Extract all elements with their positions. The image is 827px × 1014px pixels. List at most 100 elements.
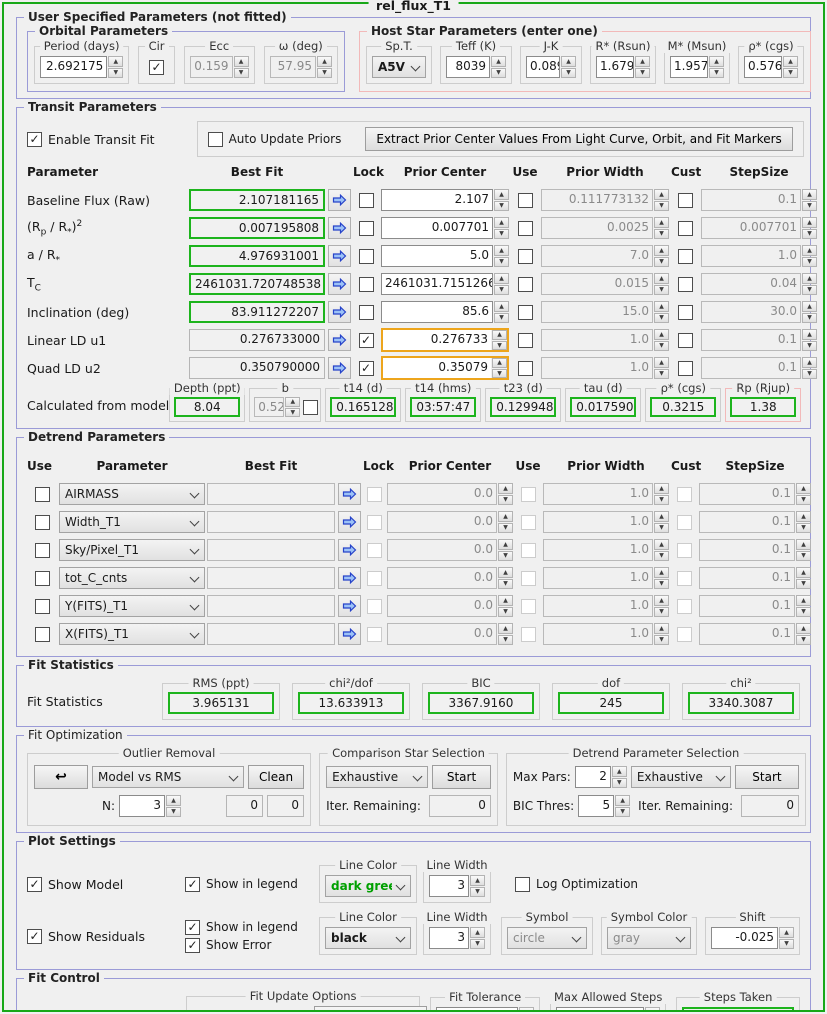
spin-down-button[interactable]: ▼ <box>654 285 669 296</box>
bic-thres-spinner[interactable]: 5▲▼ <box>578 795 630 817</box>
spin-down-button[interactable]: ▼ <box>498 495 513 506</box>
lock-checkbox[interactable] <box>359 249 374 264</box>
stepsize-spinner[interactable]: 30.0▲▼ <box>701 301 817 323</box>
model-line-color-select[interactable]: dark green <box>325 875 411 897</box>
stepsize-spinner[interactable]: 0.1▲▼ <box>699 483 811 505</box>
spin-up-button[interactable]: ▲ <box>654 273 669 284</box>
spin-down-button[interactable]: ▼ <box>492 341 507 351</box>
model-show-in-legend-toggle[interactable]: Show in legend <box>185 877 319 892</box>
use-prior-checkbox[interactable] <box>518 333 533 348</box>
prior-center-spinner[interactable]: 0.007701▲▼ <box>381 217 509 239</box>
detrend-start-button[interactable]: Start <box>735 765 799 789</box>
spin-up-button[interactable]: ▲ <box>796 595 811 606</box>
stepsize-spinner[interactable]: 0.1▲▼ <box>699 595 811 617</box>
spin-up-button[interactable]: ▲ <box>796 567 811 578</box>
residuals-line-width-spinner-value[interactable]: 3 <box>429 927 469 949</box>
copy-best-fit-to-prior-button[interactable] <box>328 217 351 239</box>
stepsize-spinner-value[interactable]: 0.1 <box>699 623 795 645</box>
spin-down-button[interactable]: ▼ <box>802 341 817 352</box>
detrend-parameter-select[interactable]: tot_C_cnts <box>59 567 205 589</box>
use-detrend-checkbox[interactable] <box>35 543 50 558</box>
spin-up-button[interactable]: ▲ <box>494 245 509 256</box>
spin-up-button[interactable]: ▲ <box>498 483 513 494</box>
use-prior-checkbox[interactable] <box>518 277 533 292</box>
spin-down-button[interactable]: ▼ <box>234 68 249 79</box>
spin-up-button[interactable]: ▲ <box>519 1007 534 1012</box>
stepsize-spinner[interactable]: 0.1▲▼ <box>699 623 811 645</box>
spin-up-button[interactable]: ▲ <box>796 623 811 634</box>
spin-down-button[interactable]: ▼ <box>654 369 669 380</box>
spin-down-button[interactable]: ▼ <box>654 495 669 506</box>
custom-stepsize-checkbox[interactable] <box>678 305 693 320</box>
max-allowed-steps-spinner-value[interactable]: 20,000 <box>556 1007 644 1012</box>
spin-up-button[interactable]: ▲ <box>492 330 507 340</box>
spin-down-button[interactable]: ▼ <box>498 551 513 562</box>
n-spinner-value[interactable]: 3 <box>119 795 165 817</box>
spin-down-button[interactable]: ▼ <box>783 68 798 79</box>
prior-width-spinner-value[interactable]: 1.0 <box>543 623 653 645</box>
spin-up-button[interactable]: ▲ <box>166 795 181 806</box>
show-residuals-toggle[interactable]: Show Residuals <box>27 929 185 944</box>
prior-width-spinner-value[interactable]: 15.0 <box>541 301 653 323</box>
detrend-parameter-select[interactable]: Sky/Pixel_T1 <box>59 539 205 561</box>
spin-down-button[interactable]: ▼ <box>796 607 811 618</box>
spin-down-button[interactable]: ▼ <box>470 939 485 950</box>
model-line-width-spinner-value[interactable]: 3 <box>429 875 469 897</box>
prior-center-spinner-value[interactable]: 0.35079 <box>383 358 491 378</box>
residuals-show-in-legend-toggle[interactable]: Show in legend <box>185 920 319 935</box>
spin-down-button[interactable]: ▼ <box>709 68 724 79</box>
stepsize-spinner[interactable]: 0.1▲▼ <box>699 511 811 533</box>
rho-star-spinner[interactable]: 0.576▲▼ <box>744 56 798 78</box>
stepsize-spinner-value[interactable]: 0.1 <box>701 189 801 211</box>
prior-center-spinner-value[interactable]: 0.0 <box>387 595 497 617</box>
undo-outlier-removal-button[interactable]: ↩ <box>34 765 88 789</box>
spin-down-button[interactable]: ▼ <box>796 579 811 590</box>
spin-down-button[interactable]: ▼ <box>802 369 817 380</box>
copy-best-fit-to-prior-button[interactable] <box>338 511 361 533</box>
stepsize-spinner[interactable]: 0.1▲▼ <box>701 357 817 379</box>
prior-center-spinner[interactable]: 0.0▲▼ <box>387 483 513 505</box>
log-optimization-toggle[interactable]: Log Optimization <box>515 877 638 892</box>
prior-center-spinner[interactable]: 0.0▲▼ <box>387 511 513 533</box>
spin-down-button[interactable]: ▼ <box>802 257 817 268</box>
prior-width-spinner[interactable]: 0.111773132▲▼ <box>541 189 669 211</box>
use-prior-checkbox[interactable] <box>518 221 533 236</box>
lock-checkbox[interactable] <box>359 361 374 376</box>
spin-down-button[interactable]: ▼ <box>802 201 817 212</box>
spin-down-button[interactable]: ▼ <box>498 635 513 646</box>
spin-up-button[interactable]: ▲ <box>654 301 669 312</box>
r-star-spinner-value[interactable]: 1.679 <box>596 56 634 78</box>
spin-up-button[interactable]: ▲ <box>561 56 576 67</box>
spin-down-button[interactable]: ▼ <box>654 635 669 646</box>
spectral-type-select[interactable]: A5V <box>372 56 426 78</box>
use-prior-checkbox[interactable] <box>518 249 533 264</box>
prior-width-spinner[interactable]: 1.0▲▼ <box>543 595 669 617</box>
spin-down-button[interactable]: ▼ <box>491 68 506 79</box>
teff-spinner-value[interactable]: 8039 <box>446 56 490 78</box>
copy-best-fit-to-prior-button[interactable] <box>328 301 351 323</box>
spin-up-button[interactable]: ▲ <box>654 539 669 550</box>
prior-center-spinner-value[interactable]: 0.0 <box>387 567 497 589</box>
copy-best-fit-to-prior-button[interactable] <box>338 567 361 589</box>
copy-best-fit-to-prior-button[interactable] <box>328 245 351 267</box>
residuals-line-width-spinner[interactable]: 3▲▼ <box>429 927 485 949</box>
spin-down-button[interactable]: ▼ <box>796 495 811 506</box>
clean-button[interactable]: Clean <box>248 765 304 789</box>
spin-up-button[interactable]: ▲ <box>234 56 249 67</box>
eccentricity-spinner-value[interactable]: 0.159 <box>190 56 233 78</box>
prior-center-spinner-value[interactable]: 0.007701 <box>381 217 493 239</box>
spin-up-button[interactable]: ▲ <box>498 623 513 634</box>
spin-down-button[interactable]: ▼ <box>796 635 811 646</box>
copy-best-fit-to-prior-button[interactable] <box>338 595 361 617</box>
spin-down-button[interactable]: ▼ <box>654 607 669 618</box>
circular-orbit-checkbox[interactable] <box>149 60 164 75</box>
spin-down-button[interactable]: ▼ <box>615 807 630 818</box>
spin-up-button[interactable]: ▲ <box>779 927 794 938</box>
stepsize-spinner-value[interactable]: 0.04 <box>701 273 801 295</box>
spin-up-button[interactable]: ▲ <box>108 56 123 67</box>
stepsize-spinner-value[interactable]: 30.0 <box>701 301 801 323</box>
stepsize-spinner[interactable]: 0.007701▲▼ <box>701 217 817 239</box>
spin-down-button[interactable]: ▼ <box>498 523 513 534</box>
spin-up-button[interactable]: ▲ <box>494 217 509 228</box>
omega-spinner[interactable]: 57.95▲▼ <box>270 56 332 78</box>
